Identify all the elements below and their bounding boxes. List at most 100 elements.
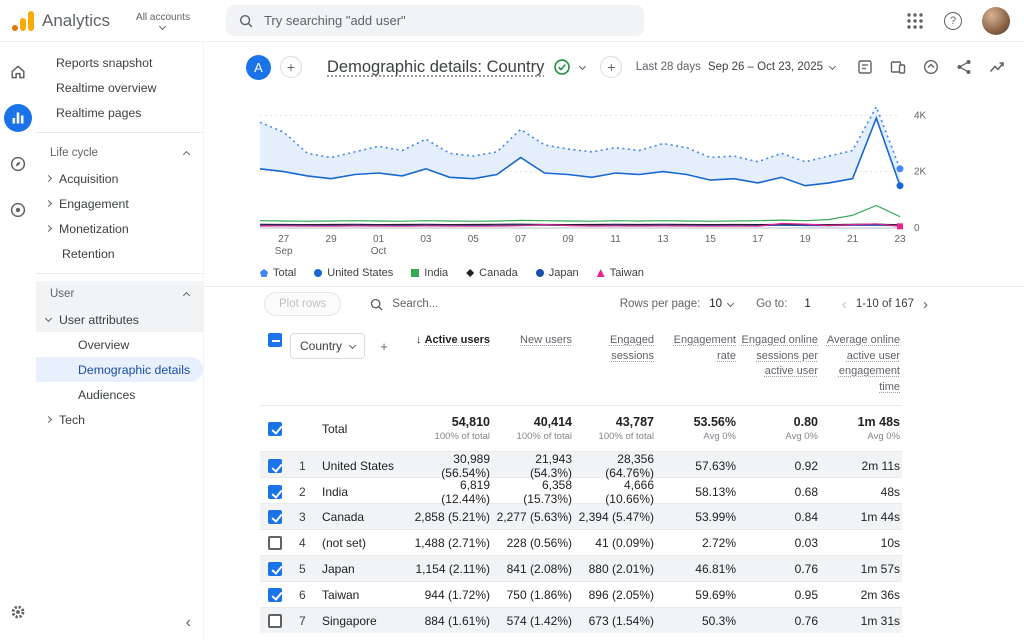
sidebar-item-monetization[interactable]: Monetization (36, 216, 203, 241)
legend-item-total[interactable]: Total (260, 267, 296, 279)
chevron-up-icon (183, 292, 190, 299)
row-checkbox[interactable] (268, 588, 282, 602)
legend-item-taiwan[interactable]: Taiwan (597, 267, 644, 279)
svg-text:17: 17 (752, 234, 764, 245)
total-active-users: 54,810 (452, 415, 490, 429)
add-report-tab-button[interactable]: + (600, 56, 622, 78)
sidebar-item-tech[interactable]: Tech (36, 407, 203, 432)
chevron-down-icon (829, 62, 836, 69)
apps-grid-icon[interactable] (906, 12, 924, 30)
next-page-icon[interactable]: › (923, 296, 928, 313)
date-range-label: Sep 26 – Oct 23, 2025 (708, 61, 823, 73)
property-badge[interactable]: A (246, 55, 271, 80)
row-checkbox[interactable] (268, 562, 282, 576)
svg-text:09: 09 (563, 234, 575, 245)
add-comparison-button[interactable]: + (280, 56, 302, 78)
cell-avg-time: 2m 11s (820, 459, 902, 473)
row-checkbox[interactable] (268, 536, 282, 550)
sidebar-item-demographic-details[interactable]: Demographic details (36, 357, 203, 382)
chevron-right-icon (45, 416, 52, 423)
sampling-icon[interactable] (922, 58, 940, 76)
legend-marker-icon (260, 269, 268, 277)
date-range-picker[interactable]: Last 28 days Sep 26 – Oct 23, 2025 (636, 61, 835, 73)
row-index: 7 (290, 614, 316, 628)
sidebar-item-audiences[interactable]: Audiences (36, 382, 203, 407)
search-input[interactable] (264, 13, 632, 28)
legend-marker-icon (314, 269, 322, 277)
legend-marker-icon (536, 269, 544, 277)
sidebar-item-realtime-pages[interactable]: Realtime pages (36, 100, 203, 125)
cell-engaged-sessions: 673 (1.54%) (574, 614, 656, 628)
sidebar-item-overview[interactable]: Overview (36, 332, 203, 357)
devices-compare-icon[interactable] (889, 58, 907, 76)
chevron-down-icon[interactable] (579, 62, 586, 69)
report-valid-icon[interactable] (553, 58, 571, 76)
column-header-active-users[interactable]: ↓ Active users (410, 333, 492, 349)
cell-avg-time: 2m 36s (820, 588, 902, 602)
sidebar-item-user-attributes[interactable]: User attributes (36, 307, 203, 332)
avatar[interactable] (982, 7, 1010, 35)
collapse-sidebar-icon[interactable]: ‹ (186, 614, 191, 632)
rows-per-page-label: Rows per page: (620, 298, 701, 310)
table-row: 1 United States 30,989 (56.54%) 21,943 (… (260, 451, 902, 477)
logo-bar (20, 18, 26, 31)
column-header-engagement-rate[interactable]: Engagement rate (656, 333, 738, 364)
sidebar-item-reports-snapshot[interactable]: Reports snapshot (36, 50, 203, 75)
sidebar-item-acquisition[interactable]: Acquisition (36, 166, 203, 191)
row-checkbox[interactable] (268, 459, 282, 473)
previous-page-icon[interactable]: ‹ (842, 296, 847, 313)
table-search[interactable] (369, 297, 482, 312)
left-rail (0, 42, 36, 640)
goto-page-input[interactable]: 1 (796, 298, 818, 310)
select-all-checkbox[interactable] (268, 333, 282, 347)
row-country: (not set) (316, 536, 410, 550)
row-checkbox[interactable] (268, 614, 282, 628)
sidebar-item-engagement[interactable]: Engagement (36, 191, 203, 216)
plot-rows-button[interactable]: Plot rows (264, 292, 341, 316)
dimension-selector[interactable]: Country (290, 333, 365, 359)
table-row: 5 Japan 1,154 (2.11%) 841 (2.08%) 880 (2… (260, 555, 902, 581)
column-header-new-users[interactable]: New users (492, 333, 574, 349)
admin-gear-icon[interactable] (4, 598, 32, 626)
column-header-avg-engagement-time[interactable]: Average online active user engagement ti… (820, 333, 902, 395)
reports-icon[interactable] (4, 104, 32, 132)
column-header-engaged-sessions[interactable]: Engaged sessions (574, 333, 656, 364)
account-switcher[interactable]: All accounts (136, 12, 190, 29)
share-icon[interactable] (955, 58, 973, 76)
cell-engaged-sessions: 41 (0.09%) (574, 536, 656, 550)
sidebar-section-user[interactable]: User (36, 281, 203, 307)
global-search[interactable] (226, 5, 644, 36)
legend-item-united-states[interactable]: United States (314, 267, 393, 279)
cell-active-users: 6,819 (12.44%) (410, 478, 492, 506)
sidebar-item-realtime-overview[interactable]: Realtime overview (36, 75, 203, 100)
cell-engaged-sessions: 880 (2.01%) (574, 562, 656, 576)
sidebar-item-retention[interactable]: Retention (36, 241, 203, 266)
help-icon[interactable]: ? (944, 12, 962, 30)
add-secondary-dimension-button[interactable]: + (374, 336, 394, 356)
table-search-input[interactable] (392, 298, 482, 310)
row-checkbox[interactable] (268, 485, 282, 499)
row-checkbox[interactable] (268, 422, 282, 436)
sidebar-section-life-cycle[interactable]: Life cycle (36, 140, 203, 166)
advertising-icon[interactable] (4, 196, 32, 224)
legend-item-india[interactable]: India (411, 267, 448, 279)
explore-icon[interactable] (4, 150, 32, 178)
table-row: 2 India 6,819 (12.44%) 6,358 (15.73%) 4,… (260, 477, 902, 503)
notes-icon[interactable] (856, 58, 874, 76)
total-sub: 100% of total (599, 431, 654, 442)
home-icon[interactable] (4, 58, 32, 86)
svg-text:2K: 2K (914, 167, 927, 178)
insights-icon[interactable] (988, 58, 1006, 76)
cell-engaged-per-user: 0.68 (738, 485, 820, 499)
column-header-engaged-sessions-per-user[interactable]: Engaged online sessions per active user (738, 333, 820, 380)
row-checkbox[interactable] (268, 510, 282, 524)
row-index: 5 (290, 562, 316, 576)
legend-item-japan[interactable]: Japan (536, 267, 579, 279)
analytics-logo-icon[interactable] (12, 10, 34, 31)
rows-per-page-select[interactable]: 10 (709, 298, 733, 310)
legend-item-canada[interactable]: Canada (466, 267, 518, 279)
page-title[interactable]: Demographic details: Country (327, 58, 544, 77)
search-icon (238, 13, 254, 29)
legend-label: Japan (549, 267, 579, 279)
cell-new-users: 750 (1.86%) (492, 588, 574, 602)
